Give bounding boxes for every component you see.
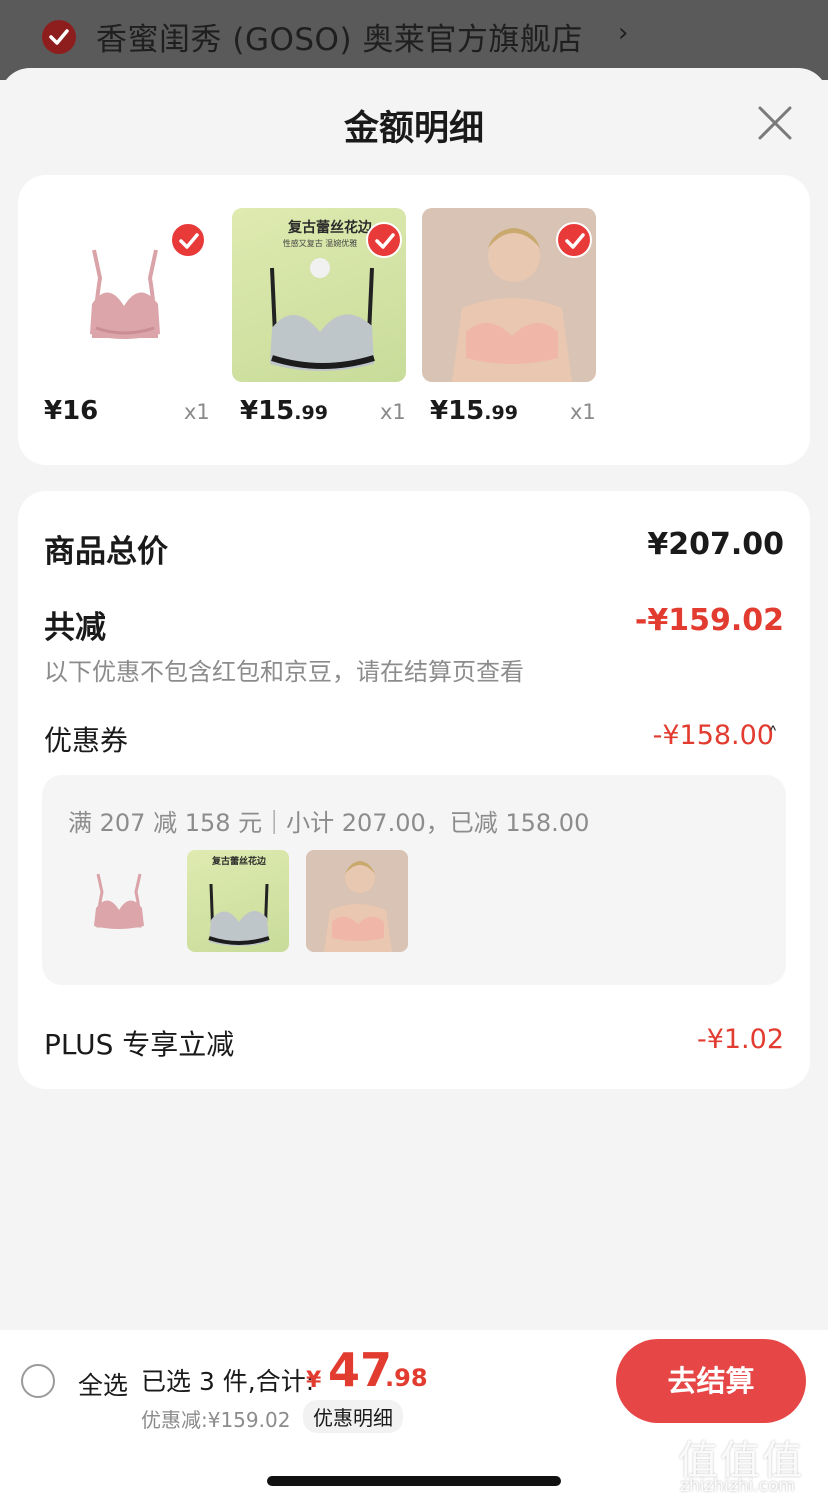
selected-count: 已选 3 件,合计:	[141, 1367, 315, 1396]
select-all-label[interactable]: 全选	[78, 1366, 128, 1402]
coupon-detail-box: 满 207 减 158 元｜小计 207.00，已减 158.00 复古蕾丝花边	[42, 775, 786, 985]
select-all-radio[interactable]	[21, 1364, 55, 1398]
product-image-caption: 复古蕾丝花边	[287, 219, 373, 236]
sum-currency: ¥	[306, 1368, 322, 1393]
product-price: ¥15.99	[430, 396, 518, 426]
home-indicator	[267, 1476, 561, 1486]
plus-discount-label: PLUS 专享立减	[44, 1028, 235, 1061]
selected-check-icon[interactable]	[366, 222, 402, 258]
chevron-right-icon: ›	[618, 18, 629, 48]
coupon-product-image	[68, 850, 170, 952]
checkout-button[interactable]: 去结算	[616, 1339, 806, 1423]
sum-integer: 47	[328, 1343, 393, 1397]
reduce-value: -¥159.02	[634, 603, 784, 638]
product-qty: x1	[380, 400, 406, 424]
plus-discount-value: -¥1.02	[696, 1024, 784, 1055]
reduce-note: 以下优惠不包含红包和京豆，请在结算页查看	[44, 658, 524, 686]
coupon-label[interactable]: 优惠券	[44, 719, 128, 759]
sum-decimal: .98	[385, 1364, 428, 1392]
watermark: 值值值 zhizhizhi.com	[678, 1428, 828, 1504]
coupon-description: 满 207 减 158 元｜小计 207.00，已减 158.00	[68, 809, 590, 837]
close-icon[interactable]	[756, 104, 794, 142]
reduce-label: 共减	[44, 610, 106, 646]
selected-check-icon[interactable]	[170, 222, 206, 258]
products-card: ¥16 x1 复古蕾丝花边 性感又复古 温婉优雅 ¥15.99 x1 ¥15.9…	[18, 175, 810, 465]
product-qty: x1	[184, 400, 210, 424]
product-price: ¥15.99	[240, 396, 328, 426]
chevron-up-icon[interactable]: ˄	[768, 723, 778, 747]
coupon-image-caption: 复古蕾丝花边	[211, 855, 267, 867]
coupon-product-image	[306, 850, 408, 952]
coupon-value[interactable]: -¥158.00	[653, 720, 774, 751]
total-value: ¥207.00	[647, 527, 784, 562]
product-price: ¥16	[44, 396, 99, 426]
selected-check-icon[interactable]	[556, 222, 592, 258]
product-image-subcaption: 性感又复古 温婉优雅	[283, 238, 358, 248]
total-label: 商品总价	[44, 534, 168, 570]
price-detail-card: 商品总价 ¥207.00 共减 -¥159.02 以下优惠不包含红包和京豆，请在…	[18, 491, 810, 1089]
coupon-product-image: 复古蕾丝花边	[187, 850, 289, 952]
store-name[interactable]: 香蜜闺秀 (GOSO) 奥莱官方旗舰店	[96, 14, 583, 59]
product-qty: x1	[570, 400, 596, 424]
store-check-icon[interactable]	[42, 20, 76, 54]
watermark-domain: zhizhizhi.com	[680, 1476, 795, 1496]
sheet-title: 金额明细	[343, 109, 484, 149]
amount-detail-sheet: 金额明细 ¥16 x1 复古蕾丝花边 性感又复古 温婉优雅 ¥15.99 x1 …	[0, 68, 828, 1504]
discount-detail-link[interactable]: 优惠明细	[303, 1400, 403, 1433]
discount-summary: 优惠减:¥159.02	[141, 1408, 291, 1432]
